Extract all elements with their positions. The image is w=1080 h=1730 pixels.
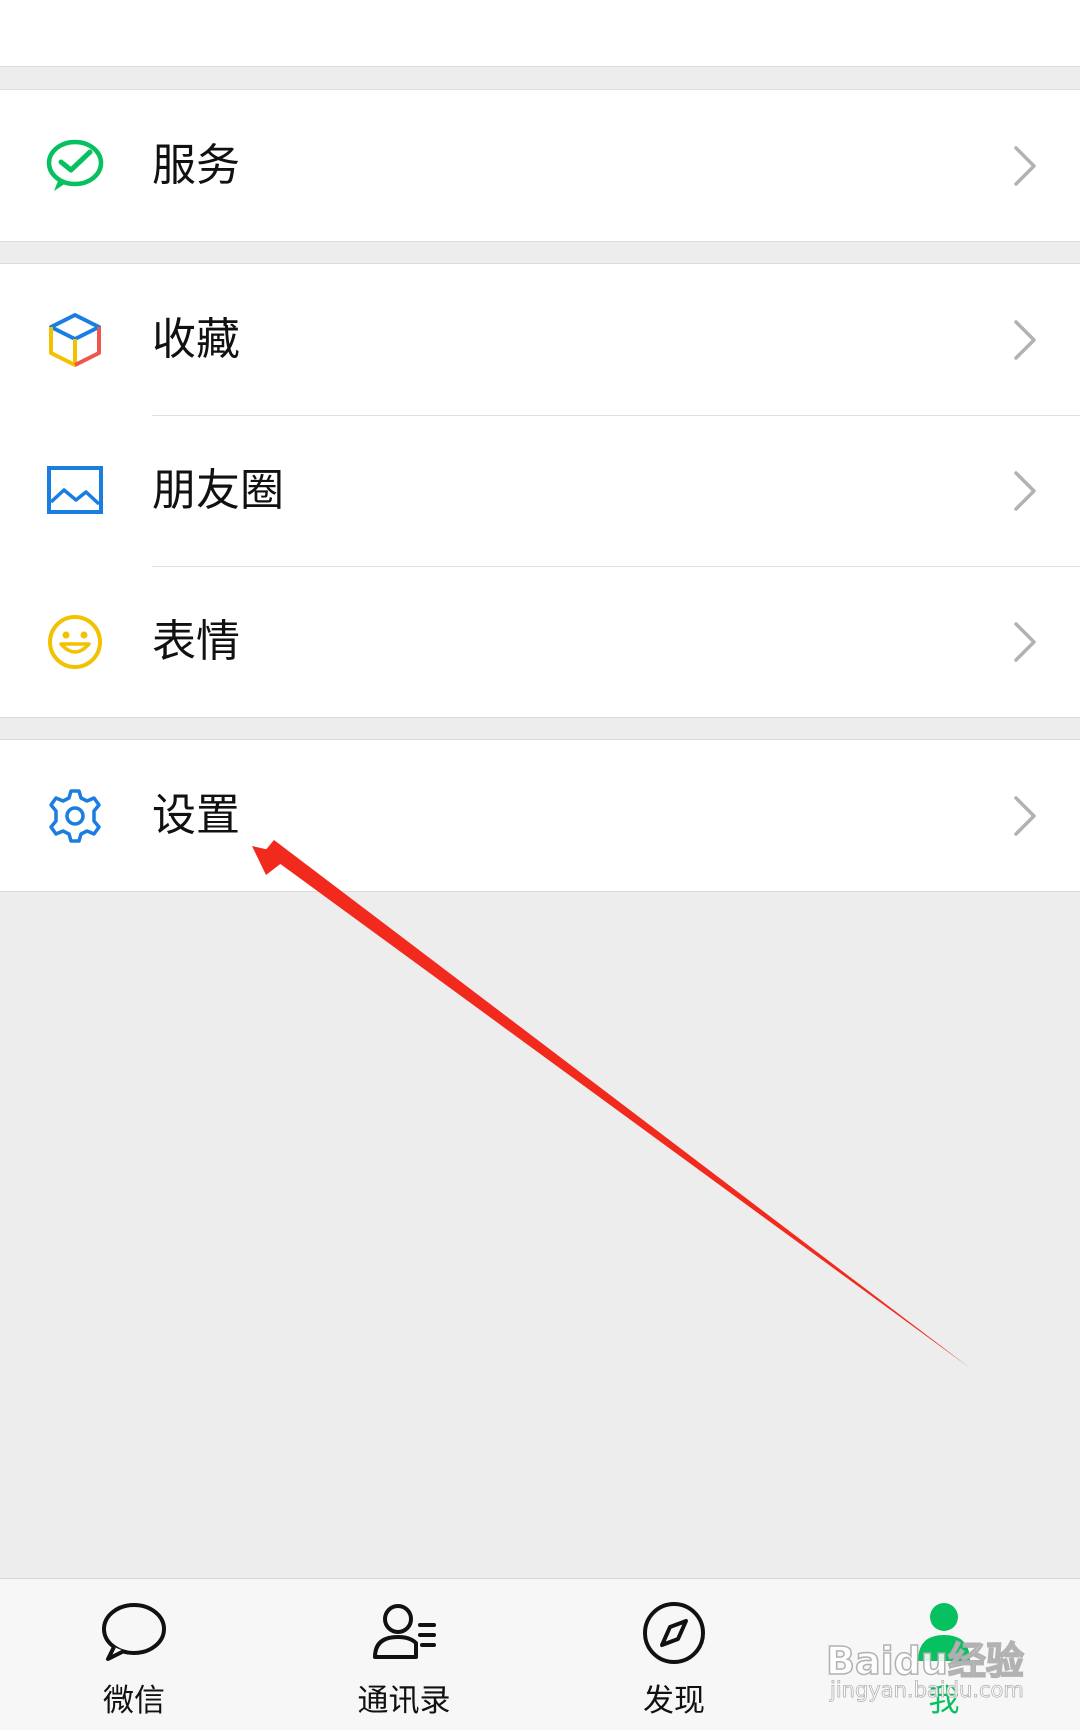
menu-group-settings: 设置 [0,739,1080,892]
tab-label: 通讯录 [357,1683,451,1719]
menu-item-label: 设置 [152,790,240,841]
menu-item-favorites[interactable]: 收藏 [0,264,1080,415]
menu-item-label: 表情 [152,616,240,667]
header-strip [0,0,1080,67]
menu-item-label: 收藏 [152,314,240,365]
moments-image-icon [44,462,106,520]
contacts-icon [370,1599,438,1667]
menu-item-moments[interactable]: 朋友圈 [0,415,1080,566]
menu-item-stickers[interactable]: 表情 [0,566,1080,717]
chevron-right-icon [1012,621,1038,663]
wechat-pay-icon [44,137,106,195]
tab-label: 发现 [643,1683,705,1719]
person-icon [910,1599,978,1667]
gear-icon [44,787,106,845]
chevron-right-icon [1012,145,1038,187]
menu-item-services[interactable]: 服务 [0,90,1080,241]
menu-item-label: 服务 [152,140,240,191]
chevron-right-icon [1012,470,1038,512]
bottom-tab-bar: 微信 通讯录 发现 我 [0,1578,1080,1730]
tab-chats[interactable]: 微信 [34,1579,234,1730]
tab-contacts[interactable]: 通讯录 [304,1579,504,1730]
menu-item-label: 朋友圈 [152,465,284,516]
smiley-icon [44,613,106,671]
chevron-right-icon [1012,319,1038,361]
chevron-right-icon [1012,795,1038,837]
tab-label: 微信 [103,1683,165,1719]
tab-me[interactable]: 我 [844,1579,1044,1730]
favorites-cube-icon [44,311,106,369]
menu-item-settings[interactable]: 设置 [0,740,1080,891]
compass-icon [640,1599,708,1667]
chat-bubble-icon [100,1599,168,1667]
tab-discover[interactable]: 发现 [574,1579,774,1730]
menu-group-content: 收藏 朋友圈 表情 [0,263,1080,718]
menu-group-services: 服务 [0,89,1080,242]
tab-label: 我 [928,1683,960,1719]
